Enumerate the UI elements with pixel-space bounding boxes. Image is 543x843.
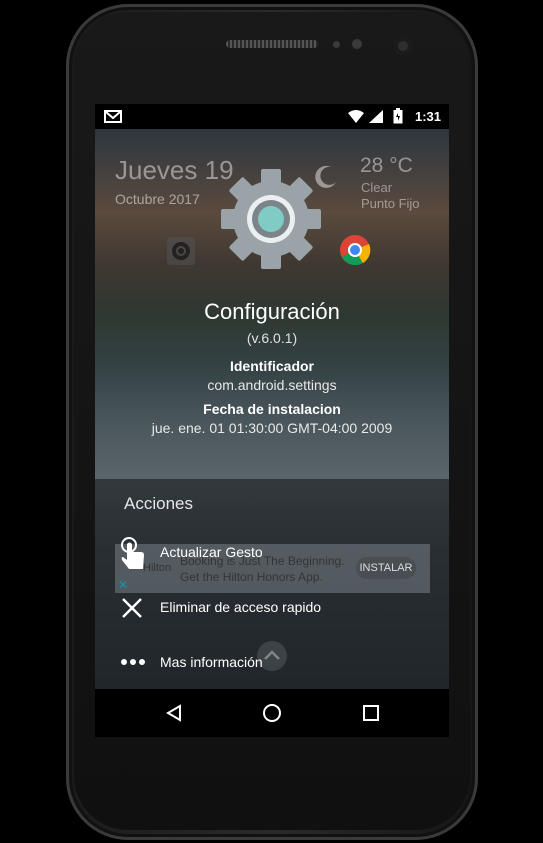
- action-remove-shortcut[interactable]: Eliminar de acceso rapido: [95, 590, 449, 626]
- screen: 1:31 Jueves 19 Octubre 2017 28 °C Clear …: [95, 104, 449, 737]
- front-camera: [394, 37, 412, 55]
- action-update-gesture-label: Actualizar Gesto: [160, 544, 263, 560]
- touch-gesture-icon: [119, 536, 147, 570]
- sensor-dot: [352, 39, 362, 49]
- widget-location: Punto Fijo: [361, 196, 420, 211]
- identifier-value: com.android.settings: [207, 377, 337, 393]
- widget-condition: Clear: [361, 180, 393, 195]
- more-horiz-icon: [120, 658, 146, 666]
- earpiece-speaker: [226, 40, 318, 48]
- actions-title: Acciones: [124, 494, 193, 513]
- clock: 1:31: [414, 109, 441, 124]
- signal-icon: [369, 110, 383, 123]
- chevron-up-icon[interactable]: [256, 640, 288, 672]
- sensor-dot: [333, 41, 340, 48]
- widget-temperature: 28 °C: [360, 154, 413, 177]
- install-date-label: Fecha de instalacion: [203, 401, 341, 417]
- action-more-info-label: Mas información: [160, 654, 263, 670]
- identifier-label: Identificador: [229, 358, 314, 374]
- back-icon[interactable]: [165, 704, 183, 722]
- widget-day: Jueves 19: [115, 155, 234, 185]
- home-icon[interactable]: [262, 703, 282, 723]
- ad-line-2: Get the Hilton Honors App.: [180, 570, 323, 584]
- wifi-icon: [348, 110, 364, 123]
- chrome-icon: [339, 234, 371, 266]
- settings-gear-icon: [218, 166, 324, 272]
- action-update-gesture[interactable]: Actualizar Gesto: [95, 534, 449, 570]
- action-remove-shortcut-label: Eliminar de acceso rapido: [160, 599, 322, 615]
- widget-month: Octubre 2017: [115, 191, 200, 207]
- app-name: Configuración: [204, 299, 340, 324]
- battery-icon: [393, 108, 403, 124]
- close-icon: [121, 597, 143, 619]
- recents-icon[interactable]: [362, 704, 380, 722]
- install-date-value: jue. ene. 01 01:30:00 GMT-04:00 2009: [151, 420, 393, 436]
- status-bar: 1:31: [95, 104, 449, 129]
- app-version: (v.6.0.1): [246, 330, 298, 346]
- settings-shortcut-icon: [167, 237, 195, 265]
- gmail-notification-icon: [104, 110, 122, 123]
- navigation-bar: [95, 689, 449, 737]
